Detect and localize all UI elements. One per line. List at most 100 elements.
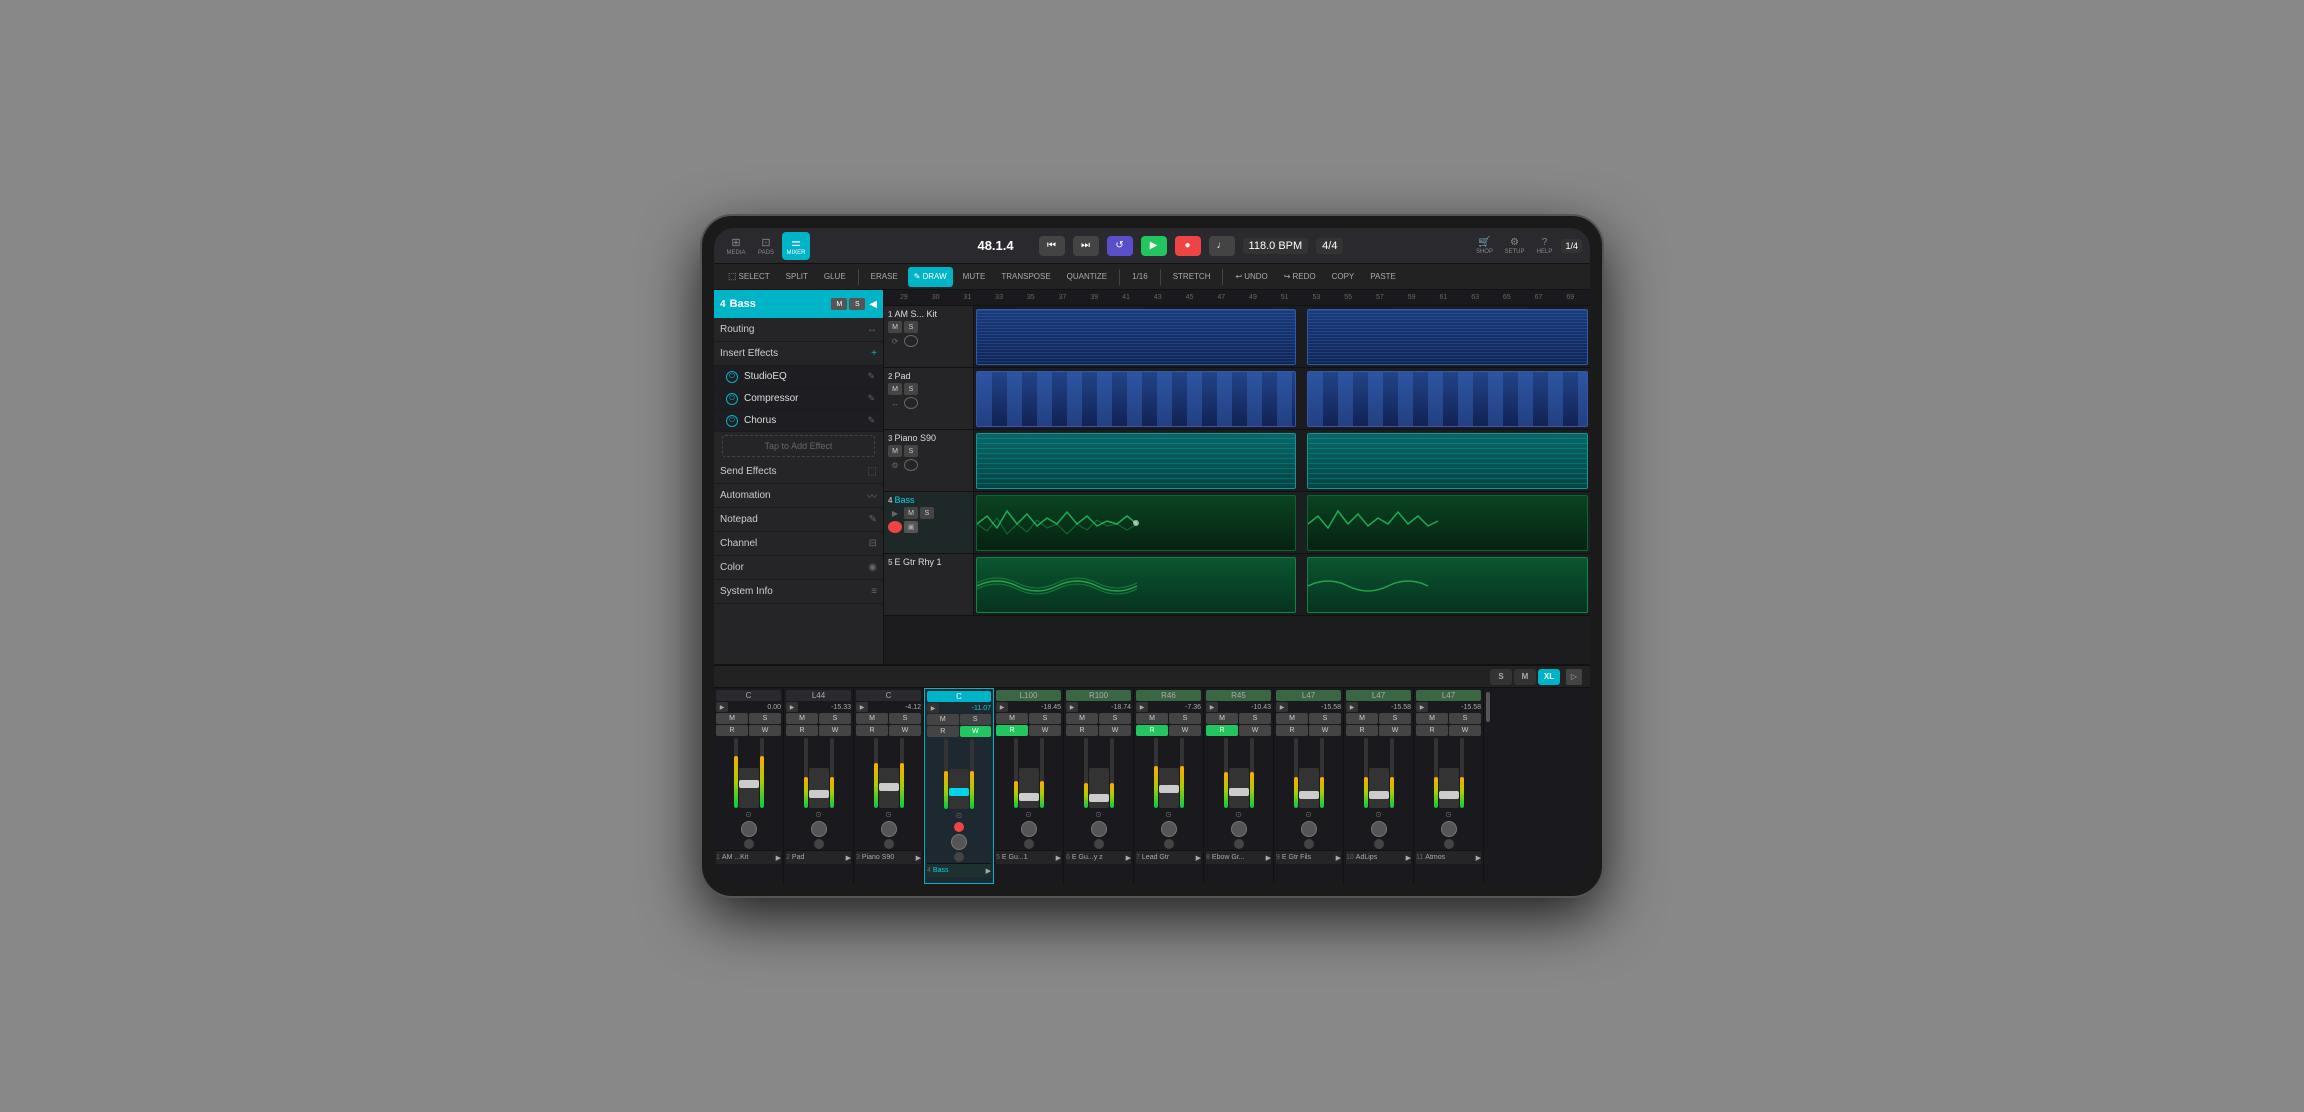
track2-solo-btn[interactable]: S	[904, 383, 918, 395]
chorus-edit-icon[interactable]: ✎	[867, 415, 875, 426]
track2-mute-btn[interactable]: M	[888, 383, 902, 395]
ch6-play[interactable]: ▶	[1066, 702, 1078, 712]
ch5-write[interactable]: W	[1029, 725, 1061, 736]
ch11-solo[interactable]: S	[1449, 713, 1481, 724]
ch2-label[interactable]: 2 Pad ▶	[786, 850, 851, 864]
redo-button[interactable]: ↪ REDO	[1278, 267, 1322, 287]
split-tool[interactable]: SPLIT	[780, 267, 814, 287]
erase-tool[interactable]: ERASE	[865, 267, 904, 287]
ch2-write[interactable]: W	[819, 725, 851, 736]
mute-tool[interactable]: MUTE	[957, 267, 992, 287]
select-tool[interactable]: ⬚ SELECT	[722, 267, 776, 287]
ch8-mute[interactable]: M	[1206, 713, 1238, 724]
track2-icon[interactable]: ↔	[888, 397, 902, 409]
ch4-knob[interactable]	[951, 834, 967, 850]
undo-button[interactable]: ↩ UNDO	[1229, 267, 1273, 287]
notepad-section[interactable]: Notepad ✎	[714, 508, 883, 532]
ch11-read[interactable]: R	[1416, 725, 1448, 736]
track-collapse-arrow[interactable]: ◀	[869, 299, 877, 310]
ch1-knob[interactable]	[741, 821, 757, 837]
ch10-write[interactable]: W	[1379, 725, 1411, 736]
ch2-play[interactable]: ▶	[786, 702, 798, 712]
send-effects-section[interactable]: Send Effects ⬚	[714, 460, 883, 484]
help-button[interactable]: ? HELP	[1531, 233, 1557, 259]
studio-eq-edit-icon[interactable]: ✎	[867, 371, 875, 382]
ch8-play[interactable]: ▶	[1206, 702, 1218, 712]
copy-button[interactable]: COPY	[1326, 267, 1361, 287]
metronome-button[interactable]: ♩	[1209, 236, 1235, 256]
ch9-mute[interactable]: M	[1276, 713, 1308, 724]
track4-meter-btn[interactable]: ▣	[904, 521, 918, 533]
ch7-eq[interactable]: ⊙	[1136, 809, 1201, 819]
studio-eq-power-btn[interactable]: ⏻	[726, 371, 738, 383]
ch9-write[interactable]: W	[1309, 725, 1341, 736]
shop-button[interactable]: 🛒 SHOP	[1471, 233, 1497, 259]
ch9-eq[interactable]: ⊙	[1276, 809, 1341, 819]
paste-button[interactable]: PASTE	[1364, 267, 1402, 287]
ch3-knob[interactable]	[881, 821, 897, 837]
ch3-mute[interactable]: M	[856, 713, 888, 724]
stretch-tool[interactable]: STRETCH	[1167, 267, 1217, 287]
ch5-label[interactable]: 5 E Gu...1 ▶	[996, 850, 1061, 864]
ch4-eq[interactable]: ⊙	[927, 810, 991, 820]
ch11-knob[interactable]	[1441, 821, 1457, 837]
track-s-btn[interactable]: S	[849, 298, 865, 310]
track-3-content[interactable]	[974, 430, 1590, 491]
mixer-size-xl[interactable]: XL	[1538, 669, 1560, 685]
track-2-content[interactable]	[974, 368, 1590, 429]
ch8-knob[interactable]	[1231, 821, 1247, 837]
ch7-fader-area[interactable]	[1136, 738, 1201, 808]
ch11-mute[interactable]: M	[1416, 713, 1448, 724]
rewind-button[interactable]: ⏮	[1039, 236, 1065, 256]
ch9-play[interactable]: ▶	[1276, 702, 1288, 712]
mixer-button[interactable]: ⚌ MIXER	[782, 232, 810, 260]
system-info-section[interactable]: System Info ≡	[714, 580, 883, 604]
ch2-knob[interactable]	[811, 821, 827, 837]
ch3-solo[interactable]: S	[889, 713, 921, 724]
ch7-play[interactable]: ▶	[1136, 702, 1148, 712]
ch7-read[interactable]: R	[1136, 725, 1168, 736]
ch11-write[interactable]: W	[1449, 725, 1481, 736]
ch6-eq[interactable]: ⊙	[1066, 809, 1131, 819]
ch10-read[interactable]: R	[1346, 725, 1378, 736]
ch5-read[interactable]: R	[996, 725, 1028, 736]
ch2-solo[interactable]: S	[819, 713, 851, 724]
grid-size-display[interactable]: 1/16	[1126, 267, 1154, 287]
ch3-write[interactable]: W	[889, 725, 921, 736]
ch10-knob[interactable]	[1371, 821, 1387, 837]
loop-button[interactable]: ↺	[1107, 236, 1133, 256]
studio-eq-effect[interactable]: ⏻ StudioEQ ✎	[714, 366, 883, 388]
ch6-solo[interactable]: S	[1099, 713, 1131, 724]
ch5-mute[interactable]: M	[996, 713, 1028, 724]
ch9-read[interactable]: R	[1276, 725, 1308, 736]
track1-rec-icon[interactable]: ⟳	[888, 335, 902, 347]
ch10-fader-area[interactable]	[1346, 738, 1411, 808]
ch10-solo[interactable]: S	[1379, 713, 1411, 724]
ch6-write[interactable]: W	[1099, 725, 1131, 736]
ch11-label[interactable]: 11 Atmos ▶	[1416, 850, 1481, 864]
chorus-effect[interactable]: ⏻ Chorus ✎	[714, 410, 883, 432]
track3-icon[interactable]: ⚙	[888, 459, 902, 471]
draw-tool[interactable]: ✎ DRAW	[908, 267, 953, 287]
quantize-tool[interactable]: QUANTIZE	[1061, 267, 1113, 287]
ch3-play[interactable]: ▶	[856, 702, 868, 712]
track3-mute-btn[interactable]: M	[888, 445, 902, 457]
ch1-mute[interactable]: M	[716, 713, 748, 724]
ch4-read[interactable]: R	[927, 726, 959, 737]
mixer-expand-btn[interactable]: ▷	[1566, 669, 1582, 685]
ch10-mute[interactable]: M	[1346, 713, 1378, 724]
ch7-solo[interactable]: S	[1169, 713, 1201, 724]
ch9-fader-area[interactable]	[1276, 738, 1341, 808]
ch1-read[interactable]: R	[716, 725, 748, 736]
ch1-solo[interactable]: S	[749, 713, 781, 724]
ch3-fader-area[interactable]	[856, 738, 921, 808]
play-button[interactable]: ▶	[1141, 236, 1167, 256]
chorus-power-btn[interactable]: ⏻	[726, 415, 738, 427]
record-button[interactable]: ●	[1175, 236, 1201, 256]
ch1-eq[interactable]: ⊙	[716, 809, 781, 819]
routing-section[interactable]: Routing ↔	[714, 318, 883, 342]
track3-solo-btn[interactable]: S	[904, 445, 918, 457]
mixer-scrollbar[interactable]	[1484, 688, 1492, 884]
ch7-label[interactable]: 7 Lead Gtr ▶	[1136, 850, 1201, 864]
ch2-eq[interactable]: ⊙	[786, 809, 851, 819]
